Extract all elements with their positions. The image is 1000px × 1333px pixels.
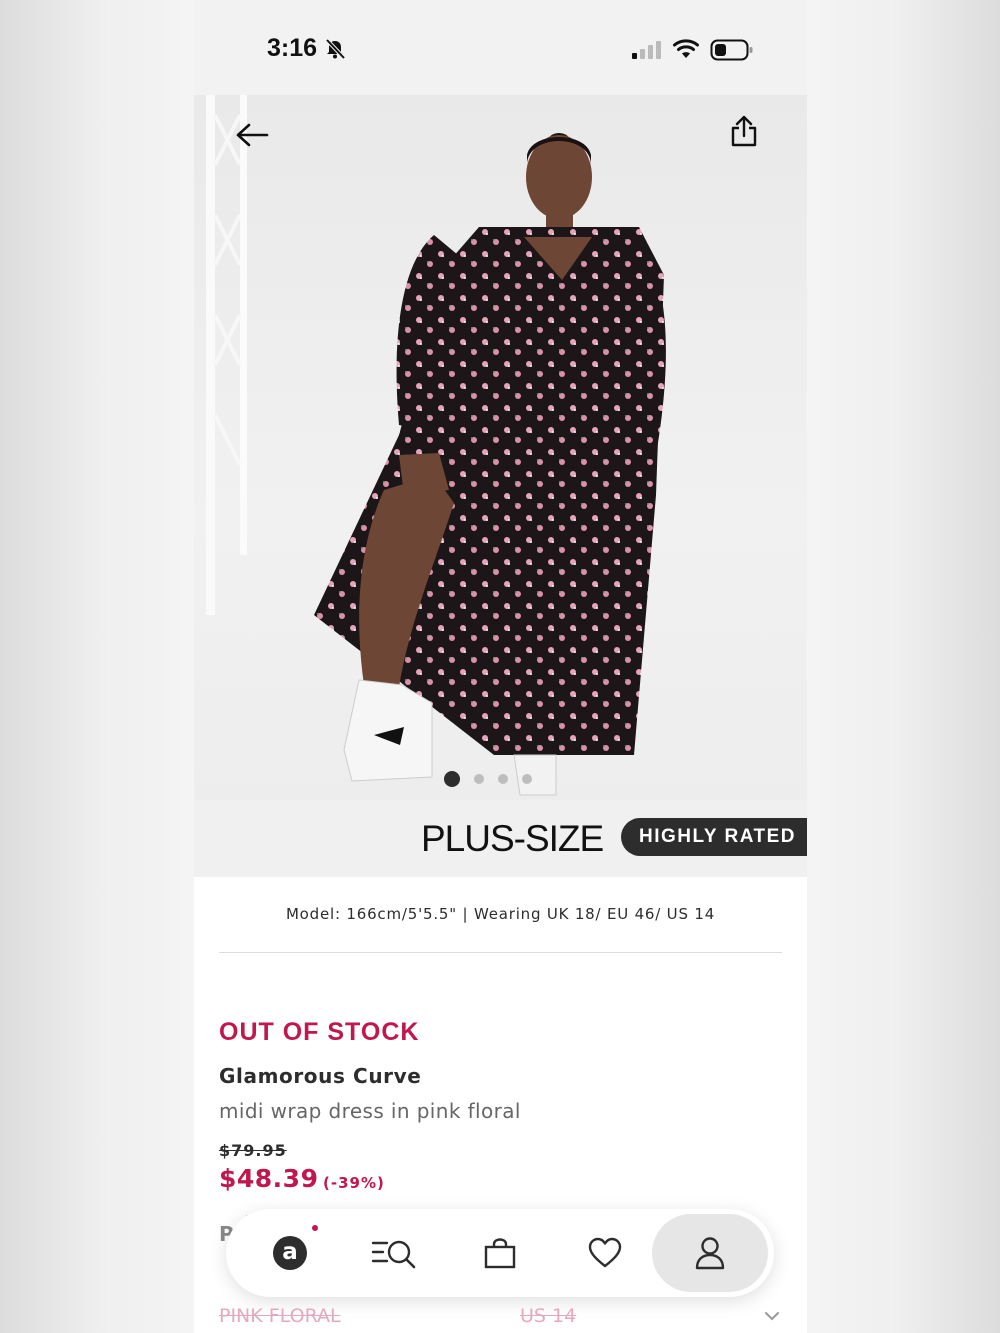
wifi-icon xyxy=(673,39,699,58)
model-size-info: Model: 166cm/5'5.5" | Wearing UK 18/ EU … xyxy=(285,905,716,923)
battery-icon xyxy=(710,39,753,61)
discount-percent: (-39%) xyxy=(323,1174,385,1192)
sale-price: $48.39 xyxy=(219,1164,319,1193)
back-button[interactable] xyxy=(232,115,272,155)
notification-dot xyxy=(312,1225,318,1231)
chevron-down-icon[interactable] xyxy=(764,1311,780,1321)
bottom-tab-bar: a xyxy=(226,1209,774,1297)
product-brand: Glamorous Curve xyxy=(219,1064,422,1088)
bell-muted-icon xyxy=(325,38,346,60)
signal-icon xyxy=(632,41,661,59)
divider xyxy=(219,952,782,953)
app-screen: 3:16 PLUS-SIZE HIGHLY RATED Model: 166cm… xyxy=(194,0,807,1333)
product-name: midi wrap dress in pink floral xyxy=(219,1099,521,1123)
share-button[interactable] xyxy=(724,111,764,151)
plus-size-label: PLUS-SIZE xyxy=(421,818,604,859)
highly-rated-badge: HIGHLY RATED xyxy=(621,818,807,856)
home-icon: a xyxy=(273,1236,307,1270)
colour-size-selectors: PINK FLORAL US 14 xyxy=(194,1305,807,1333)
carousel-dot-3[interactable] xyxy=(498,774,508,784)
carousel-dot-2[interactable] xyxy=(474,774,484,784)
status-bar: 3:16 xyxy=(194,0,807,95)
search-icon xyxy=(371,1240,416,1269)
share-icon xyxy=(731,115,757,147)
carousel-indicator[interactable] xyxy=(444,771,532,787)
tab-home[interactable]: a xyxy=(258,1221,322,1285)
bag-icon xyxy=(484,1238,516,1269)
product-badges: PLUS-SIZE HIGHLY RATED xyxy=(194,800,807,877)
original-price: $79.95 xyxy=(219,1141,287,1160)
carousel-dot-4[interactable] xyxy=(522,774,532,784)
colour-value[interactable]: PINK FLORAL xyxy=(219,1305,341,1327)
tab-search[interactable] xyxy=(363,1221,427,1285)
size-value[interactable]: US 14 xyxy=(520,1305,576,1327)
model-photo xyxy=(314,133,666,796)
arrow-left-icon xyxy=(236,123,269,147)
tab-bag[interactable] xyxy=(468,1221,532,1285)
heart-icon xyxy=(588,1237,622,1268)
product-image-carousel[interactable] xyxy=(194,95,807,800)
stock-status: OUT OF STOCK xyxy=(219,1018,420,1046)
status-time: 3:16 xyxy=(267,34,318,62)
tab-saved[interactable] xyxy=(573,1221,637,1285)
tab-account[interactable] xyxy=(652,1214,768,1292)
carousel-dot-1[interactable] xyxy=(444,771,460,787)
account-icon xyxy=(695,1237,725,1270)
